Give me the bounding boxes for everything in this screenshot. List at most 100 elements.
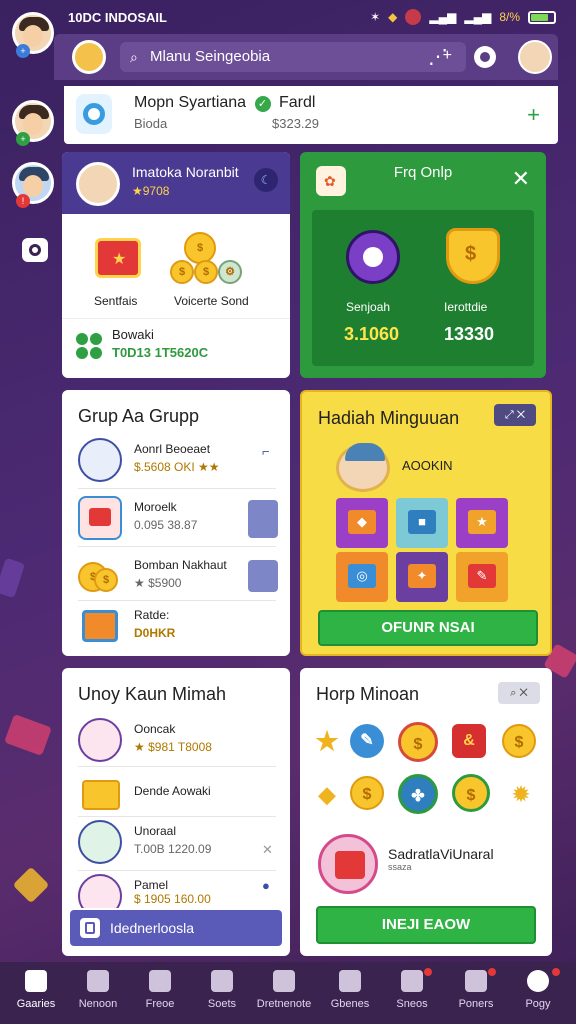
app-icon[interactable]: [76, 94, 112, 134]
verified-check-icon: ✓: [254, 96, 271, 112]
nav-item-7[interactable]: Sneos: [380, 970, 444, 1010]
orb-icon[interactable]: [346, 230, 400, 284]
notification-dot: [552, 968, 560, 976]
nav-item-9[interactable]: Pogy: [506, 970, 570, 1010]
chat-icon: [149, 970, 171, 992]
side-chip[interactable]: [248, 500, 278, 538]
hadiah-user: AOOKIN: [402, 458, 453, 473]
promo-subtitle: ssaza: [388, 862, 412, 872]
nav-label: Freoe: [145, 998, 175, 1010]
notification-dot: [424, 968, 432, 976]
list-item-value: D0HKR: [134, 626, 176, 640]
list-item-value: $ 1905 160.00: [134, 892, 211, 906]
list-item-title: Unoraal: [134, 824, 177, 838]
star-icon[interactable]: ◆: [310, 778, 344, 812]
reward-tile-3[interactable]: ★: [456, 498, 508, 548]
shop-box-icon[interactable]: ★: [90, 232, 146, 286]
list-item[interactable]: Ooncak ★ $981 T8008: [78, 716, 278, 766]
list-item[interactable]: Dende Aowaki: [78, 770, 278, 820]
door-icon[interactable]: ⌐: [262, 444, 270, 459]
status-bar: 10DC INDOSAIL ✶ ◆ ▂▄▆ ▂▄▆ 8/%: [0, 0, 576, 34]
close-icon[interactable]: ✕: [512, 166, 530, 192]
gift-box-icon: [78, 496, 122, 540]
expand-icon[interactable]: ⤢ ✕: [494, 404, 536, 426]
camera-icon[interactable]: [22, 238, 48, 262]
feather-icon[interactable]: ✎: [350, 724, 384, 758]
user-card-avatar[interactable]: [76, 162, 120, 206]
gold-shield-icon[interactable]: $: [446, 228, 500, 284]
search-placeholder: Mlanu Seingeobia: [150, 48, 271, 65]
search-icon: ⌕: [130, 49, 138, 65]
nav-item-6[interactable]: Gbenes: [318, 970, 382, 1010]
search-input[interactable]: ⌕ Mlanu Seingeobia +: [120, 42, 466, 72]
coins-icon[interactable]: $ $ $ ⚙: [170, 232, 250, 286]
list-item-value: 0.095 38.87: [134, 518, 198, 532]
star-icon[interactable]: ★: [310, 724, 344, 758]
profile-sub-left: Bioda: [134, 116, 168, 131]
nav-label: Dretnenote: [256, 998, 312, 1010]
gift-box-icon: [78, 772, 122, 816]
divider: [78, 766, 276, 767]
promo-gift-icon[interactable]: [318, 834, 378, 894]
list-item-value: ★ $5900: [134, 576, 182, 590]
list-item-value: ★ $981 T8008: [134, 740, 212, 754]
record-icon: [405, 9, 422, 25]
nav-item-3[interactable]: Freoe: [128, 970, 192, 1010]
list-item[interactable]: Aonrl Beoeaet $.5608 OKI ★★: [78, 436, 278, 486]
coin-icon[interactable]: $: [502, 724, 536, 758]
list-item[interactable]: Unoraal T.00B 1220.09: [78, 818, 278, 868]
reward-tile-6[interactable]: ✎: [456, 552, 508, 602]
nav-label: Sneos: [396, 998, 428, 1010]
search-close-icon[interactable]: ⌕ ✕: [498, 682, 540, 704]
nav-item-4[interactable]: Soets: [190, 970, 254, 1010]
list-item[interactable]: Ratde: D0HKR: [78, 602, 278, 652]
coin-icon[interactable]: $: [350, 776, 384, 810]
signal-icon: ▂▄▆: [429, 10, 457, 24]
list-item-title: Pamel: [134, 878, 169, 892]
list-item[interactable]: Pamel $ 1905 160.00: [78, 872, 278, 908]
nav-item-5[interactable]: Dretnenote: [252, 970, 316, 1010]
apps-icon[interactable]: [76, 333, 104, 361]
coin-icon[interactable]: $: [452, 774, 490, 812]
reward-tile-1[interactable]: ◆: [336, 498, 388, 548]
share-icon[interactable]: ⋰: [428, 44, 448, 69]
book-icon: [465, 970, 487, 992]
reward-tile-5[interactable]: ✦: [396, 552, 448, 602]
gear-icon[interactable]: ✹: [504, 778, 538, 812]
nav-item-2[interactable]: Nenoon: [66, 970, 130, 1010]
app-logo[interactable]: [72, 40, 106, 74]
nav-item-8[interactable]: Poners: [444, 970, 508, 1010]
record-button[interactable]: [474, 46, 496, 68]
moon-icon[interactable]: ☾: [254, 168, 278, 192]
shop-card-title: Horp Minoan: [316, 684, 420, 704]
group-card-inner: $ Senjoah Ierottdie 3.1060 13330: [312, 210, 534, 366]
buy-button[interactable]: INEJI EAOW: [316, 906, 536, 944]
reward-tile-2[interactable]: ■: [396, 498, 448, 548]
top-bar: ⌕ Mlanu Seingeobia + ⋰: [54, 34, 558, 80]
profile-icon: [339, 970, 361, 992]
user-avatar[interactable]: [518, 40, 552, 74]
nav-label: Soets: [207, 998, 237, 1010]
coin-icon[interactable]: $: [398, 722, 438, 762]
divider: [78, 546, 276, 547]
reward-tile-4[interactable]: ◎: [336, 552, 388, 602]
nav-label: Gaaries: [16, 998, 56, 1010]
nav-item-home[interactable]: Gaaries: [4, 970, 68, 1010]
dot-icon[interactable]: ●: [262, 878, 270, 893]
list-item-title: Aonrl Beoeaet: [134, 442, 211, 456]
clover-icon[interactable]: ✤: [398, 774, 438, 814]
group-right-value: 13330: [444, 324, 495, 344]
hadiah-card-title: Hadiah Minguuan: [318, 408, 460, 428]
add-friend-icon[interactable]: +: [527, 102, 540, 128]
red-box-icon[interactable]: &: [452, 724, 486, 758]
list-item-value: $.5608 OKI ★★: [134, 460, 220, 474]
close-icon[interactable]: ✕: [262, 842, 273, 858]
footer-chip[interactable]: Idednerloosla: [70, 910, 282, 946]
grup-card-title: Grup Aa Grupp: [78, 406, 200, 426]
claim-button[interactable]: OFUNR NSAI: [318, 610, 538, 646]
list-item-title: Ratde:: [134, 608, 170, 622]
side-chip[interactable]: [248, 560, 278, 592]
user-card-stars: ★9708: [132, 184, 170, 198]
coins-icon: $ $: [78, 554, 122, 598]
profile-badge-text: Fardl: [278, 94, 316, 111]
